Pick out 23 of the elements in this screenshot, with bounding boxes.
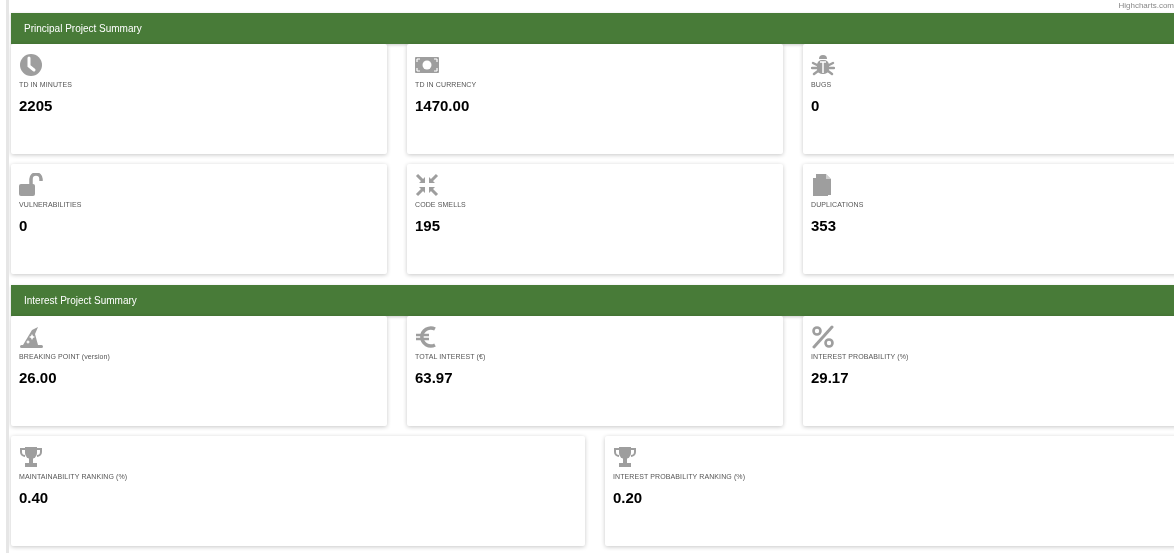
section-header: Principal Project Summary <box>11 13 1174 44</box>
metric-value: 1470.00 <box>415 97 471 114</box>
section-header: Interest Project Summary <box>11 285 1174 316</box>
credit-text[interactable]: Highcharts.com <box>1118 1 1174 10</box>
metric-value: 26.00 <box>19 369 58 386</box>
metric-value: 2205 <box>19 97 54 114</box>
clock-icon <box>19 53 43 77</box>
metric-value: 0.20 <box>613 489 644 506</box>
metric-value: 195 <box>415 217 442 234</box>
metric-value: 353 <box>811 217 838 234</box>
trophy-icon <box>19 445 43 469</box>
metric-value: 63.97 <box>415 369 454 386</box>
wizard-hat-icon <box>19 325 43 349</box>
open-padlock-icon <box>19 173 43 197</box>
percent-icon <box>811 325 835 349</box>
metric-value: 0 <box>19 217 29 234</box>
metric-value: 0.40 <box>19 489 50 506</box>
trophy-icon <box>613 445 637 469</box>
bug-icon <box>811 53 835 77</box>
metric-value: 0 <box>811 97 821 114</box>
euro-icon <box>415 325 439 349</box>
compress-arrows-icon <box>415 173 439 197</box>
metric-value: 29.17 <box>811 369 850 386</box>
